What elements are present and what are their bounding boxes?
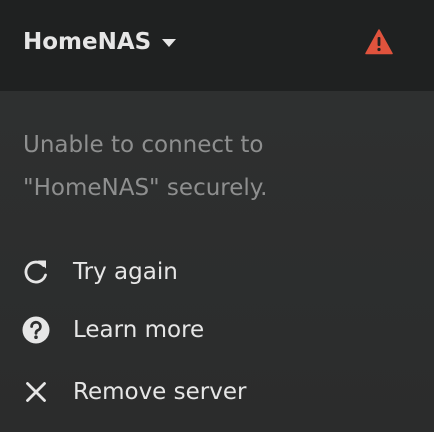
- chevron-down-icon: [162, 39, 177, 47]
- error-message: Unable to connect to "HomeNAS" securely.: [23, 124, 413, 210]
- server-header: HomeNAS: [0, 0, 434, 91]
- try-again-button[interactable]: Try again: [0, 246, 434, 298]
- remove-server-label: Remove server: [73, 379, 247, 405]
- warning-icon[interactable]: [365, 29, 393, 55]
- refresh-icon: [21, 257, 51, 287]
- learn-more-button[interactable]: Learn more: [0, 304, 434, 356]
- try-again-label: Try again: [73, 259, 178, 285]
- help-circle-icon: [21, 315, 51, 345]
- server-error-panel: HomeNAS Unable to connect to "HomeNAS" s…: [0, 0, 434, 432]
- learn-more-label: Learn more: [73, 317, 205, 343]
- server-name: HomeNAS: [23, 29, 152, 55]
- server-selector[interactable]: HomeNAS: [23, 28, 177, 56]
- close-icon: [21, 377, 51, 407]
- error-message-line-1: Unable to connect to: [23, 132, 264, 158]
- error-message-line-2: "HomeNAS" securely.: [23, 175, 268, 201]
- remove-server-button[interactable]: Remove server: [0, 366, 434, 418]
